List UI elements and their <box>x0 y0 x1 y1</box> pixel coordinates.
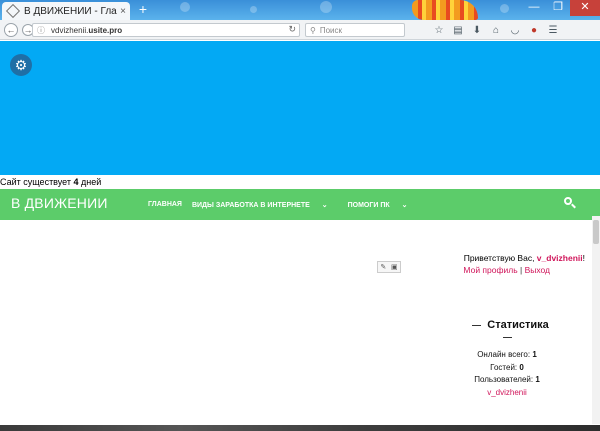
favicon-icon <box>5 3 21 19</box>
browser-toolbar: ← → ⓘ vdvizhenii. usite.pro ↻ ⚲ Поиск ☆ ▤… <box>0 20 600 40</box>
browser-tab[interactable]: В ДВИЖЕНИИ - Главная ... × <box>2 2 130 20</box>
config-icon[interactable]: ▣ <box>391 263 398 271</box>
stats-heading: Статистика <box>460 319 555 343</box>
stats-guests-label: Гостей: <box>490 362 520 372</box>
address-bar[interactable]: ⓘ vdvizhenii. usite.pro ↻ <box>32 23 300 37</box>
new-tab-button[interactable]: + <box>136 2 150 18</box>
search-icon[interactable] <box>563 196 577 210</box>
site-logo[interactable]: В ДВИЖЕНИИ <box>11 195 108 211</box>
links-separator: | <box>517 265 525 275</box>
bookmark-star-icon[interactable]: ☆ <box>432 23 446 37</box>
user-greeting: Приветствую Вас, v_dvizhenii! <box>430 253 585 263</box>
browser-tab-bar: В ДВИЖЕНИИ - Главная ... × + — ❐ ✕ <box>0 0 600 20</box>
back-button[interactable]: ← <box>4 22 18 37</box>
stats-users-value: 1 <box>535 375 540 384</box>
window-controls: — ❐ ✕ <box>522 0 600 16</box>
main-menu: ГЛАВНАЯ ВИДЫ ЗАРАБОТКА В ИНТЕРНЕТЕ ⌄ ПОМ… <box>148 201 427 209</box>
menu-item-help-pc[interactable]: ПОМОГИ ПК ⌄ <box>348 201 418 209</box>
logout-link[interactable]: Выход <box>525 265 550 275</box>
download-icon[interactable]: ⬇ <box>470 23 484 37</box>
heading-dash <box>472 324 482 326</box>
reload-icon[interactable]: ↻ <box>288 24 296 35</box>
close-window-button[interactable]: ✕ <box>570 0 600 16</box>
tab-title: В ДВИЖЕНИИ - Главная ... <box>24 5 117 17</box>
reading-list-icon[interactable]: ▤ <box>451 23 465 37</box>
scrollbar-thumb[interactable] <box>593 220 599 244</box>
os-taskbar <box>0 425 600 431</box>
background-bubble <box>500 4 509 13</box>
stats-block: Онлайн всего: 1 Гостей: 0 Пользователей:… <box>450 349 564 399</box>
tab-close-icon[interactable]: × <box>120 6 126 17</box>
menu-item-earnings-label: ВИДЫ ЗАРАБОТКА В ИНТЕРНЕТЕ <box>191 202 310 209</box>
hamburger-menu-icon[interactable]: ☰ <box>546 23 560 37</box>
stats-online-value: 1 <box>532 350 537 359</box>
site-info-icon[interactable]: ⓘ <box>37 25 45 36</box>
background-fish-graphic <box>412 0 478 20</box>
restore-button[interactable]: ❐ <box>546 0 570 16</box>
stats-user-link[interactable]: v_dvizhenii <box>450 387 564 400</box>
search-field[interactable]: ⚲ Поиск <box>305 23 405 37</box>
username-link[interactable]: v_dvizhenii <box>537 253 583 263</box>
stats-guests-value: 0 <box>519 362 524 372</box>
edit-icon[interactable]: ✎ <box>380 263 386 271</box>
home-icon[interactable]: ⌂ <box>489 23 503 37</box>
site-navbar: В ДВИЖЕНИИ ГЛАВНАЯ ВИДЫ ЗАРАБОТКА В ИНТЕ… <box>0 189 600 220</box>
url-domain: usite.pro <box>88 25 123 35</box>
menu-item-earnings[interactable]: ВИДЫ ЗАРАБОТКА В ИНТЕРНЕТЕ ⌄ <box>192 201 338 209</box>
profile-link[interactable]: Мой профиль <box>463 265 517 275</box>
background-bubble <box>320 1 332 13</box>
edit-controls[interactable]: ✎ ▣ <box>377 261 401 273</box>
chevron-down-icon: ⌄ <box>321 202 328 209</box>
settings-gear-icon[interactable]: ⚙ <box>10 54 32 76</box>
site-age-prefix: Сайт существует <box>0 177 74 187</box>
greeting-prefix: Приветствую Вас, <box>463 253 537 263</box>
minimize-button[interactable]: — <box>522 0 546 16</box>
stats-online: Онлайн всего: 1 <box>450 349 564 362</box>
site-age-suffix: дней <box>78 177 102 187</box>
scrollbar[interactable] <box>592 216 600 424</box>
user-links: Мой профиль | Выход <box>430 265 550 275</box>
stats-users-label: Пользователей: <box>474 375 536 384</box>
chevron-down-icon: ⌄ <box>401 202 408 209</box>
extension-icon[interactable]: ● <box>527 23 541 37</box>
back-icon: ← <box>6 24 16 35</box>
menu-item-home[interactable]: ГЛАВНАЯ <box>148 201 182 209</box>
site-age-text: Сайт существует 4 дней <box>0 177 101 187</box>
hero-banner: ⚙ <box>0 41 600 175</box>
pocket-icon[interactable]: ◡ <box>508 23 522 37</box>
url-host: vdvizhenii. <box>51 25 89 35</box>
search-placeholder: Поиск <box>319 25 343 35</box>
greeting-suffix: ! <box>582 253 585 263</box>
stats-guests: Гостей: 0 <box>450 362 564 375</box>
stats-online-label: Онлайн всего: <box>477 350 533 359</box>
stats-users: Пользователей: 1 <box>450 374 564 387</box>
stats-title: Статистика <box>487 319 549 331</box>
heading-dash <box>503 336 512 338</box>
background-bubble <box>180 2 190 12</box>
menu-item-help-pc-label: ПОМОГИ ПК <box>347 202 390 209</box>
search-engine-icon: ⚲ <box>310 25 316 35</box>
background-bubble <box>250 6 257 13</box>
toolbar-icons: ☆ ▤ ⬇ ⌂ ◡ ● ☰ <box>432 23 565 37</box>
